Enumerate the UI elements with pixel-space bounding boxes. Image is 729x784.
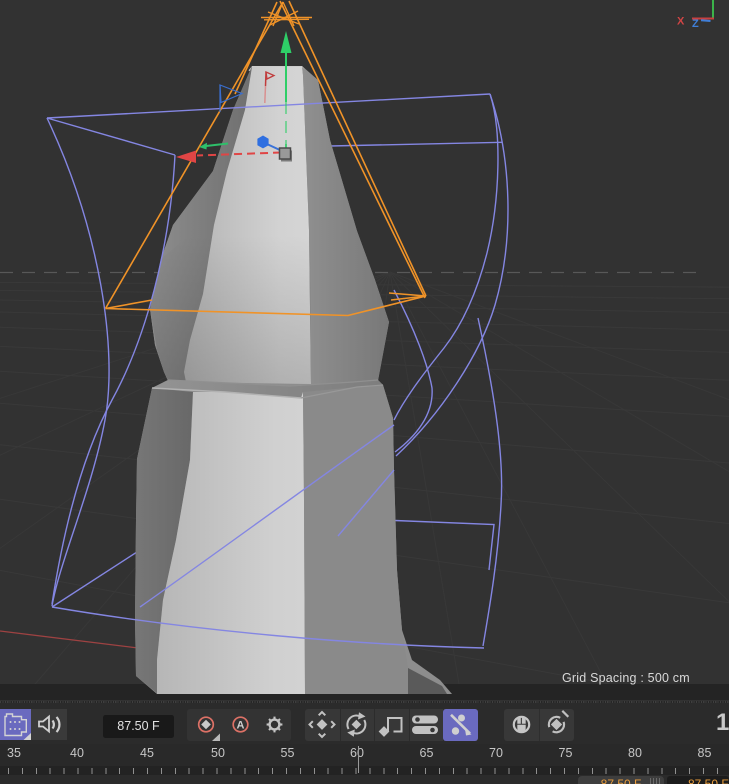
svg-text:X: X <box>677 16 685 28</box>
svg-text:Z: Z <box>692 18 699 30</box>
svg-text:A: A <box>237 720 245 732</box>
